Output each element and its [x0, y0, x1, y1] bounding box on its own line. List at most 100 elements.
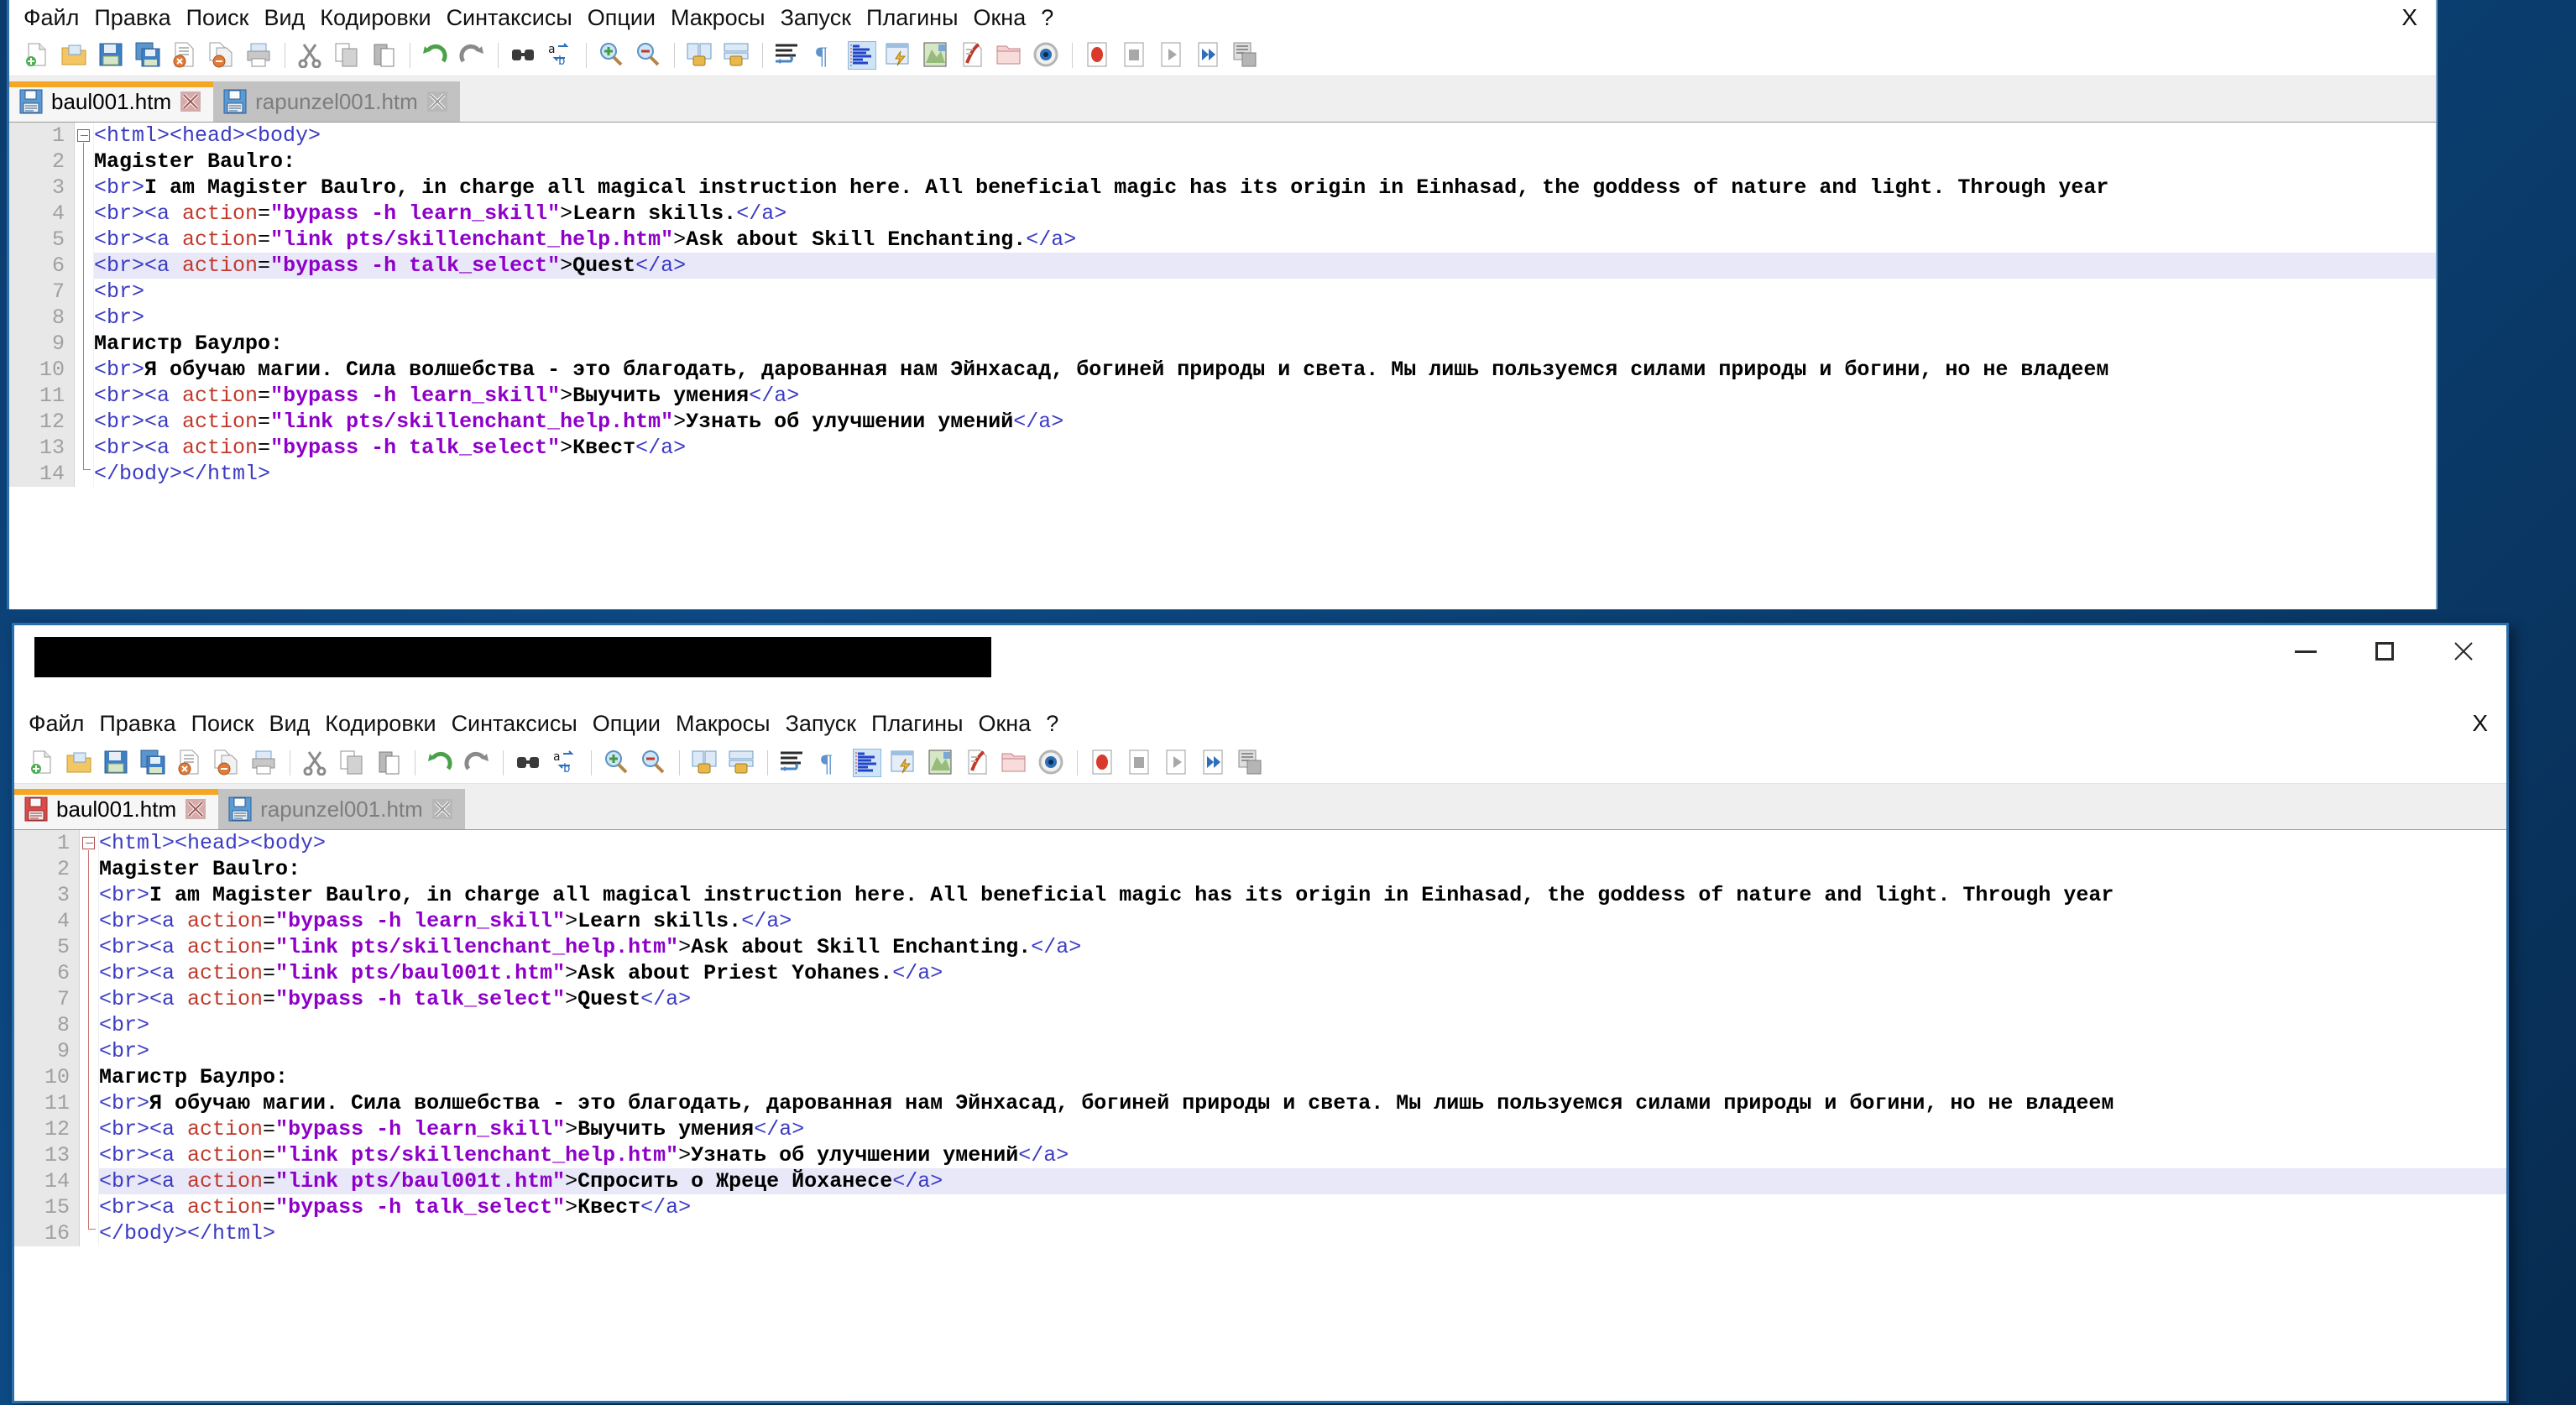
- menu-item-settings[interactable]: Опции: [580, 5, 663, 31]
- save-all-icon[interactable]: [134, 41, 163, 70]
- new-file-icon[interactable]: [29, 749, 57, 777]
- tab-bar-bottom[interactable]: baul001.htm rapunzel001.htm: [14, 784, 2506, 830]
- save-icon[interactable]: [97, 41, 126, 70]
- code-line[interactable]: Magister Baulro:: [94, 149, 2436, 175]
- menu-item-windows[interactable]: Окна: [970, 711, 1038, 737]
- menu-item-encoding[interactable]: Кодировки: [312, 5, 438, 31]
- macro-save-icon[interactable]: [1236, 749, 1265, 777]
- code-line[interactable]: <br>: [94, 279, 2436, 305]
- editor-bottom[interactable]: 1 2 3 4 5 6 7 8 9 10 11 12 13 14 15 16 <html><head><bod…: [14, 830, 2506, 1394]
- close-file-icon[interactable]: [176, 749, 205, 777]
- menu-item-encoding[interactable]: Кодировки: [317, 711, 443, 737]
- code-area-bottom[interactable]: <html><head><body> Magister Baulro: <br>I …: [99, 830, 2506, 1246]
- function-list-icon[interactable]: [959, 41, 987, 70]
- notepadpp-window-bottom[interactable]: Файл Правка Поиск Вид Кодировки Синтакси…: [12, 623, 2509, 1403]
- new-file-icon[interactable]: [24, 41, 52, 70]
- editor-top[interactable]: 1 2 3 4 5 6 7 8 9 10 11 12 13 14 <html><head><body> Ma…: [9, 123, 2436, 594]
- close-tab-icon[interactable]: [185, 798, 206, 820]
- copy-icon[interactable]: [333, 41, 362, 70]
- code-line[interactable]: <br>I am Magister Baulro, in charge all …: [94, 175, 2436, 201]
- code-line[interactable]: <br>I am Magister Baulro, in charge all …: [99, 882, 2506, 908]
- code-line[interactable]: <br>Я обучаю магии. Сила волшебства - эт…: [99, 1090, 2506, 1116]
- sync-vertical-scroll-icon[interactable]: [691, 749, 719, 777]
- notepadpp-window-top[interactable]: Файл Правка Поиск Вид Кодировки Синтакси…: [7, 0, 2438, 609]
- tab-baul001-htm[interactable]: baul001.htm: [14, 789, 219, 829]
- user-defined-dialog-icon[interactable]: [890, 749, 918, 777]
- menu-item-edit[interactable]: Правка: [91, 711, 183, 737]
- close-tab-icon[interactable]: [431, 798, 453, 820]
- macro-stop-icon[interactable]: [1126, 749, 1154, 777]
- macro-stop-icon[interactable]: [1121, 41, 1149, 70]
- code-line[interactable]: Magister Baulro:: [99, 856, 2506, 882]
- menu-item-windows[interactable]: Окна: [965, 5, 1033, 31]
- code-line[interactable]: <br><a action="link pts/skillenchant_hel…: [99, 934, 2506, 960]
- code-line[interactable]: <br><a action="link pts/baul001t.htm">As…: [99, 960, 2506, 986]
- macro-record-icon[interactable]: [1084, 41, 1112, 70]
- menu-item-search[interactable]: Поиск: [184, 711, 262, 737]
- sync-horizontal-scroll-icon[interactable]: [728, 749, 756, 777]
- code-line[interactable]: <html><head><body>: [99, 830, 2506, 856]
- redo-icon[interactable]: [458, 41, 487, 70]
- cut-icon[interactable]: [296, 41, 325, 70]
- code-line[interactable]: Магистр Баулро:: [99, 1064, 2506, 1090]
- menu-item-help[interactable]: ?: [1033, 5, 1061, 31]
- menu-item-language[interactable]: Синтаксисы: [444, 711, 585, 737]
- menu-item-file[interactable]: Файл: [16, 5, 86, 31]
- code-line[interactable]: <br><a action="bypass -h learn_skill">Вы…: [99, 1116, 2506, 1142]
- menu-item-edit[interactable]: Правка: [86, 5, 178, 31]
- close-document-button[interactable]: X: [2472, 710, 2488, 737]
- code-line[interactable]: <br><a action="link pts/skillenchant_hel…: [99, 1142, 2506, 1168]
- minimize-button[interactable]: [2266, 625, 2345, 677]
- find-icon[interactable]: [509, 41, 538, 70]
- zoom-in-icon[interactable]: [603, 749, 631, 777]
- cut-icon[interactable]: [301, 749, 330, 777]
- undo-icon[interactable]: [426, 749, 455, 777]
- zoom-out-icon[interactable]: [635, 41, 663, 70]
- menu-item-macro[interactable]: Макросы: [663, 5, 773, 31]
- menu-item-plugins[interactable]: Плагины: [859, 5, 965, 31]
- menu-item-run[interactable]: Запуск: [778, 711, 864, 737]
- macro-run-multiple-icon[interactable]: [1194, 41, 1223, 70]
- code-line[interactable]: <br><a action="bypass -h talk_select">Кв…: [94, 435, 2436, 461]
- menu-bar-top[interactable]: Файл Правка Поиск Вид Кодировки Синтакси…: [9, 0, 2436, 35]
- replace-icon[interactable]: ab: [546, 41, 575, 70]
- code-line[interactable]: <br><a action="bypass -h learn_skill">Le…: [94, 201, 2436, 227]
- show-document-map-icon[interactable]: [927, 749, 955, 777]
- open-folder-icon[interactable]: [65, 749, 94, 777]
- code-line[interactable]: <br><a action="bypass -h learn_skill">Вы…: [94, 383, 2436, 409]
- code-line[interactable]: <br><a action="bypass -h talk_select">Кв…: [99, 1194, 2506, 1220]
- code-line[interactable]: <br>: [94, 305, 2436, 331]
- code-line[interactable]: <br><a action="link pts/skillenchant_hel…: [94, 409, 2436, 435]
- code-folding-column-top[interactable]: [75, 123, 94, 487]
- menu-bar-bottom[interactable]: Файл Правка Поиск Вид Кодировки Синтакси…: [14, 704, 2506, 743]
- function-list-icon[interactable]: [964, 749, 992, 777]
- tab-rapunzel001-htm[interactable]: rapunzel001.htm: [213, 81, 460, 122]
- macro-save-icon[interactable]: [1231, 41, 1260, 70]
- fold-toggle-icon[interactable]: [82, 837, 95, 849]
- code-line[interactable]: <br>: [99, 1012, 2506, 1038]
- close-document-button[interactable]: X: [2401, 4, 2417, 31]
- code-line[interactable]: <br>Я обучаю магии. Сила волшебства - эт…: [94, 357, 2436, 383]
- code-line[interactable]: <br><a action="bypass -h learn_skill">Le…: [99, 908, 2506, 934]
- indent-guide-icon[interactable]: [848, 41, 876, 70]
- show-all-chars-icon[interactable]: ¶: [811, 41, 839, 70]
- code-line[interactable]: <html><head><body>: [94, 123, 2436, 149]
- code-line[interactable]: <br><a action="bypass -h talk_select">Qu…: [99, 986, 2506, 1012]
- paste-icon[interactable]: [370, 41, 399, 70]
- close-tab-icon[interactable]: [180, 91, 201, 112]
- code-line[interactable]: </body></html>: [94, 461, 2436, 487]
- close-file-icon[interactable]: [171, 41, 200, 70]
- word-wrap-icon[interactable]: [779, 749, 807, 777]
- zoom-out-icon[interactable]: [640, 749, 668, 777]
- macro-run-multiple-icon[interactable]: [1199, 749, 1228, 777]
- menu-item-settings[interactable]: Опции: [585, 711, 668, 737]
- fold-toggle-icon[interactable]: [77, 129, 90, 142]
- close-all-files-icon[interactable]: [208, 41, 237, 70]
- folder-as-workspace-icon[interactable]: [995, 41, 1024, 70]
- print-icon[interactable]: [245, 41, 274, 70]
- code-line[interactable]: <br>: [99, 1038, 2506, 1064]
- macro-playback-icon[interactable]: [1163, 749, 1191, 777]
- save-icon[interactable]: [102, 749, 131, 777]
- close-tab-icon[interactable]: [426, 91, 448, 112]
- user-defined-dialog-icon[interactable]: [885, 41, 913, 70]
